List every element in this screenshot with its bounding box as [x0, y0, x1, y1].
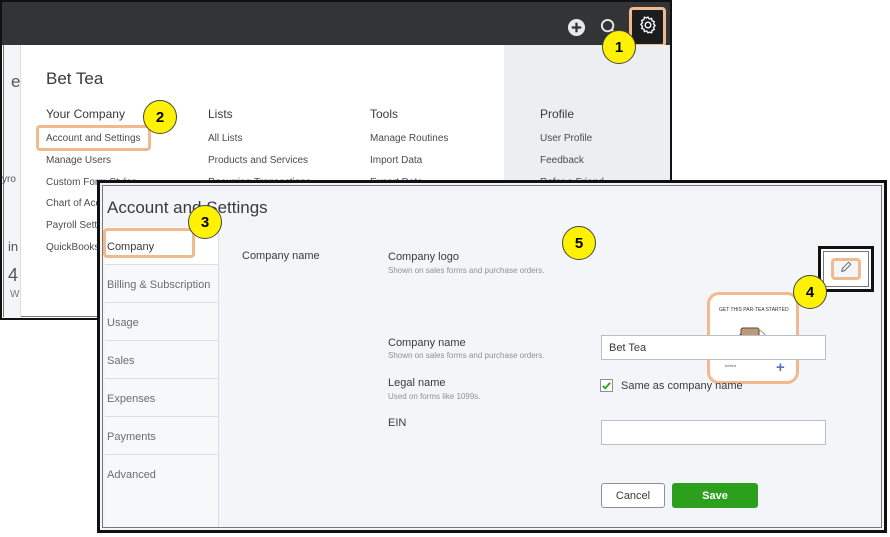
nav-item-label: Payments	[107, 431, 156, 443]
column-heading-your-company: Your Company	[46, 107, 125, 121]
column-heading-lists: Lists	[208, 107, 233, 121]
sliver-fragment: in	[8, 239, 19, 254]
logo-image-text: GET THIS PAR-TEA STARTED	[719, 307, 789, 313]
sliver-fragment: W	[10, 289, 20, 300]
plus-circle-icon[interactable]	[567, 18, 586, 42]
ein-input[interactable]	[601, 420, 826, 445]
legal-name-hint: Used on forms like 1099s.	[388, 392, 481, 401]
add-logo-icon[interactable]: +	[776, 359, 785, 376]
menu-item-manage-users[interactable]: Manage Users	[46, 155, 111, 166]
edit-button[interactable]	[831, 258, 861, 280]
nav-item-billing-subscription[interactable]: Billing & Subscription	[105, 265, 218, 303]
sliver-fragment: yro	[2, 174, 16, 185]
callout-1: 1	[602, 30, 636, 64]
callout-2: 2	[143, 100, 177, 134]
cancel-button[interactable]: Cancel	[601, 483, 665, 508]
gear-icon	[638, 15, 658, 40]
company-title: Bet Tea	[46, 69, 104, 88]
checkbox-label: Same as company name	[621, 379, 743, 392]
legal-name-label: Legal name	[388, 377, 446, 389]
callout-4: 4	[793, 275, 827, 309]
background-page-sliver: e yro in 4 W	[2, 45, 21, 318]
nav-item-payments[interactable]: Payments	[105, 417, 218, 455]
company-name-input[interactable]	[601, 335, 826, 360]
menu-item-feedback[interactable]: Feedback	[540, 155, 584, 166]
top-bar	[2, 2, 670, 45]
account-settings-body: Account and Settings Company Billing & S…	[103, 186, 881, 527]
checkbox[interactable]	[600, 379, 613, 392]
company-nav-highlight	[103, 228, 195, 258]
nav-item-advanced[interactable]: Advanced	[105, 455, 218, 527]
settings-side-nav: Company Billing & Subscription Usage Sal…	[105, 227, 219, 527]
nav-item-label: Expenses	[107, 393, 156, 405]
company-name-hint: Shown on sales forms and purchase orders…	[388, 351, 545, 360]
svg-text:bettea: bettea	[725, 363, 737, 368]
section-label: Company name	[242, 250, 320, 262]
nav-item-label: Advanced	[107, 469, 156, 481]
sliver-fragment: e	[11, 72, 21, 91]
menu-item-products-services[interactable]: Products and Services	[208, 155, 308, 166]
same-as-company-checkbox-row[interactable]: Same as company name	[600, 379, 743, 392]
nav-item-label: Usage	[107, 317, 139, 329]
nav-item-label: Sales	[107, 355, 135, 367]
menu-item-user-profile[interactable]: User Profile	[540, 133, 592, 144]
menu-item-import-data[interactable]: Import Data	[370, 155, 422, 166]
ein-label: EIN	[388, 417, 407, 429]
nav-item-expenses[interactable]: Expenses	[105, 379, 218, 417]
sliver-fragment: 4	[8, 265, 19, 285]
company-name-label: Company name	[388, 337, 466, 349]
nav-item-usage[interactable]: Usage	[105, 303, 218, 341]
menu-item-all-lists[interactable]: All Lists	[208, 133, 242, 144]
nav-item-sales[interactable]: Sales	[105, 341, 218, 379]
nav-item-label: Billing & Subscription	[107, 279, 211, 291]
menu-item-manage-routines[interactable]: Manage Routines	[370, 133, 448, 144]
save-button[interactable]: Save	[672, 483, 758, 508]
account-settings-highlight	[36, 125, 151, 151]
edit-frame	[818, 246, 874, 292]
company-logo-hint: Shown on sales forms and purchase orders…	[388, 266, 545, 275]
column-heading-profile: Profile	[540, 107, 575, 121]
callout-5: 5	[562, 226, 596, 260]
column-heading-tools: Tools	[370, 107, 399, 121]
company-settings-content: Company name Company logo Shown on sales…	[219, 238, 881, 527]
callout-3: 3	[188, 205, 222, 239]
pencil-icon	[839, 260, 853, 279]
company-logo-label: Company logo	[388, 251, 459, 263]
page-title: Account and Settings	[107, 198, 268, 217]
